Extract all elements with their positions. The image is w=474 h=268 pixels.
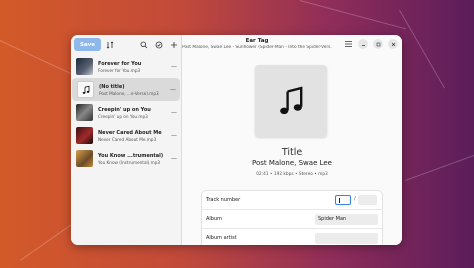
track-artist: Post Malone, Swae Lee <box>251 159 332 167</box>
save-button[interactable]: Save <box>74 38 101 51</box>
list-item[interactable]: Never Cared About Me Never Cared About M… <box>71 124 181 147</box>
item-filename: Forever for You.mp3 <box>98 67 141 73</box>
item-filename: Creepin' up on You.mp3 <box>98 113 148 119</box>
album-cover[interactable] <box>255 65 327 137</box>
sort-icon[interactable] <box>104 39 115 50</box>
list-item[interactable]: Forever for You Forever for You.mp3 — <box>71 55 181 78</box>
remove-file-button[interactable]: — <box>170 86 176 93</box>
album-art-thumbnail <box>76 104 93 121</box>
file-sidebar: Save Forever for You Forever for You.mp3… <box>71 35 182 245</box>
background-line <box>299 0 407 30</box>
remove-file-button[interactable]: — <box>171 155 177 162</box>
select-mode-icon[interactable] <box>153 39 164 50</box>
item-filename: You Know (Instrumental).mp3 <box>98 159 161 165</box>
album-row: Album Spider Man <box>202 210 382 229</box>
header-bar: Ear Tag Post Malone, Swae Lee - Sunflowe… <box>182 35 402 54</box>
album-label: Album <box>206 216 223 222</box>
remove-file-button[interactable]: — <box>171 109 177 116</box>
album-artist-row: Album artist <box>202 229 382 245</box>
window-subtitle: Post Malone, Swae Lee - Sunflower (Spide… <box>182 45 332 50</box>
close-icon[interactable] <box>388 39 398 49</box>
file-list: Forever for You Forever for You.mp3 — (N… <box>71 55 181 170</box>
window-title: Ear Tag <box>245 38 269 44</box>
track-number-row: Track number / <box>202 191 382 210</box>
track-info: 02:41 • 192 kbps • Stereo • mp3 <box>256 172 328 177</box>
track-title: Title <box>281 147 303 158</box>
item-title: Forever for You <box>98 60 142 67</box>
minimize-icon[interactable] <box>358 39 368 49</box>
total-tracks-input[interactable] <box>358 195 377 205</box>
background-line <box>405 152 474 181</box>
album-artist-input[interactable] <box>315 233 378 244</box>
app-window: Save Forever for You Forever for You.mp3… <box>71 35 402 245</box>
item-title: Never Cared About Me <box>98 129 162 136</box>
search-icon[interactable] <box>138 39 149 50</box>
album-art-thumbnail <box>76 58 93 75</box>
item-title: Creepin' up on You <box>98 106 151 113</box>
music-note-icon <box>77 81 94 98</box>
text-cursor <box>339 198 340 203</box>
item-filename: Post Malone, ...e-Verse).mp3 <box>99 90 159 96</box>
track-number-input[interactable] <box>335 195 351 205</box>
list-item-selected[interactable]: (No title) Post Malone, ...e-Verse).mp3 … <box>72 78 180 101</box>
tag-form: Track number / Album Spider Man Album ar… <box>201 190 383 245</box>
remove-file-button[interactable]: — <box>171 132 177 139</box>
item-title: You Know ...trumental) <box>98 152 164 159</box>
add-file-icon[interactable] <box>168 39 179 50</box>
item-filename: Never Cared About Me.mp3 <box>98 136 157 142</box>
menu-icon[interactable] <box>343 39 353 49</box>
album-art-thumbnail <box>76 150 93 167</box>
album-artist-label: Album artist <box>206 235 237 241</box>
album-art-thumbnail <box>76 127 93 144</box>
item-title: (No title) <box>99 83 125 90</box>
maximize-icon[interactable] <box>373 39 383 49</box>
track-number-label: Track number <box>206 197 241 203</box>
background-line <box>399 10 445 89</box>
tag-editor-pane: Ear Tag Post Malone, Swae Lee - Sunflowe… <box>182 35 402 245</box>
album-input[interactable]: Spider Man <box>315 214 378 225</box>
sidebar-header: Save <box>71 35 181 54</box>
music-note-icon <box>280 86 303 115</box>
list-item[interactable]: You Know ...trumental) You Know (Instrum… <box>71 147 181 170</box>
remove-file-button[interactable]: — <box>171 63 177 70</box>
track-separator: / <box>354 196 356 202</box>
list-item[interactable]: Creepin' up on You Creepin' up on You.mp… <box>71 101 181 124</box>
